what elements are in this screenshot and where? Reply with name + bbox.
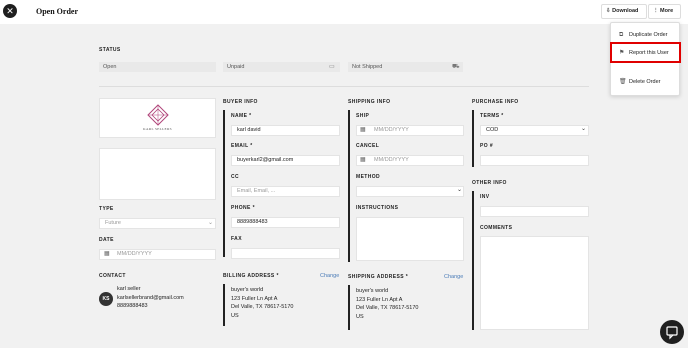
comments-label: COMMENTS bbox=[480, 225, 513, 231]
menu-item-label: Duplicate Order bbox=[629, 32, 668, 38]
shipping-bar bbox=[348, 110, 350, 262]
other-bar bbox=[472, 191, 474, 330]
more-label: More bbox=[660, 8, 674, 14]
status-divider bbox=[99, 86, 589, 87]
logo-box[interactable]: KARL SELLERS bbox=[99, 98, 216, 138]
more-button[interactable]: ⋮ More bbox=[648, 4, 681, 19]
status-payment-text: Unpaid bbox=[227, 64, 245, 70]
contact-phone: 8889888483 bbox=[117, 303, 148, 309]
calendar-icon: ▦ bbox=[360, 127, 366, 133]
shipping-address-bar bbox=[348, 285, 350, 330]
email-label: EMAIL * bbox=[231, 143, 253, 149]
method-label: METHOD bbox=[356, 174, 381, 180]
shipping-line: US bbox=[356, 313, 364, 320]
contact-label: CONTACT bbox=[99, 273, 126, 279]
billing-address: buyer's world 123 Fuller Ln Apt A Del Va… bbox=[231, 286, 293, 320]
billing-bar bbox=[223, 284, 225, 326]
type-label: TYPE bbox=[99, 206, 114, 212]
status-payment: Unpaid bbox=[223, 62, 340, 72]
contact-name: karl seller bbox=[117, 286, 141, 292]
avatar: KS bbox=[99, 292, 113, 306]
status-shipping-text: Not Shipped bbox=[352, 64, 383, 70]
chat-icon bbox=[666, 326, 678, 340]
po-input[interactable] bbox=[480, 155, 589, 166]
download-button[interactable]: ⇩ Download bbox=[601, 4, 647, 19]
other-heading: OTHER INFO bbox=[472, 180, 507, 186]
chevron-down-icon: ⌄ bbox=[457, 187, 463, 193]
close-button[interactable]: ✕ bbox=[3, 4, 17, 18]
buyer-bar bbox=[223, 110, 225, 257]
page-title: Open Order bbox=[36, 7, 78, 16]
inv-input[interactable] bbox=[480, 206, 589, 217]
top-bar bbox=[0, 0, 688, 24]
method-select[interactable] bbox=[356, 186, 464, 197]
billing-line: buyer's world bbox=[231, 287, 264, 293]
credit-card-icon: ▭ bbox=[329, 64, 335, 70]
shipping-change-link[interactable]: Change bbox=[444, 274, 463, 280]
menu-item-delete-order[interactable]: 🗑 Delete Order bbox=[611, 72, 681, 92]
calendar-icon: ▦ bbox=[360, 157, 366, 163]
billing-line: Del Valle, TX 78617-5170 bbox=[231, 304, 294, 310]
shipping-line: buyer's world bbox=[356, 288, 389, 294]
chevron-down-icon: ⌄ bbox=[581, 126, 587, 132]
name-input[interactable]: karl david bbox=[231, 125, 340, 136]
date-input[interactable]: MM/DD/YYYY bbox=[99, 249, 216, 260]
shipping-line: 123 Fuller Ln Apt A bbox=[356, 296, 403, 303]
purchase-bar bbox=[472, 110, 474, 167]
menu-item-label: Delete Order bbox=[629, 79, 661, 85]
status-order: Open bbox=[99, 62, 216, 72]
more-icon: ⋮ bbox=[653, 8, 659, 14]
billing-line: 123 Fuller Ln Apt A bbox=[231, 295, 278, 302]
instructions-label: INSTRUCTIONS bbox=[356, 205, 399, 211]
name-label: NAME * bbox=[231, 113, 252, 119]
terms-select[interactable]: COD bbox=[480, 125, 589, 136]
phone-input[interactable]: 8889888483 bbox=[231, 217, 340, 228]
ship-date-input[interactable]: MM/DD/YYYY bbox=[356, 125, 464, 136]
purchase-heading: PURCHASE INFO bbox=[472, 99, 519, 105]
brand-logo-text: KARL SELLERS bbox=[143, 127, 172, 131]
cc-input[interactable]: Email, Email, ... bbox=[231, 186, 340, 197]
buyer-heading: BUYER INFO bbox=[223, 99, 258, 105]
billing-line: US bbox=[231, 312, 239, 319]
shipping-heading: SHIPPING INFO bbox=[348, 99, 391, 105]
ship-label: SHIP bbox=[356, 113, 370, 119]
cc-label: CC bbox=[231, 174, 240, 180]
download-icon: ⇩ bbox=[606, 8, 611, 14]
contact-email: karlsellerbrand@gmail.com bbox=[117, 294, 184, 301]
highlight-box bbox=[610, 42, 681, 63]
fax-label: FAX bbox=[231, 236, 242, 242]
email-input[interactable]: buyerkarl2@gmail.com bbox=[231, 155, 340, 166]
shipping-address-label: SHIPPING ADDRESS * bbox=[348, 274, 409, 280]
date-placeholder: MM/DD/YYYY bbox=[117, 251, 152, 257]
image-placeholder[interactable] bbox=[99, 148, 216, 200]
inv-label: INV bbox=[480, 194, 490, 200]
billing-change-link[interactable]: Change bbox=[320, 273, 339, 279]
trash-icon: 🗑 bbox=[619, 79, 627, 85]
fax-input[interactable] bbox=[231, 248, 340, 259]
chat-button[interactable] bbox=[660, 320, 684, 344]
close-icon: ✕ bbox=[6, 6, 14, 16]
chevron-down-icon: ⌄ bbox=[208, 220, 214, 226]
brand-logo bbox=[147, 104, 169, 126]
download-label: Download bbox=[612, 8, 639, 14]
comments-textarea[interactable] bbox=[480, 236, 589, 330]
terms-label: TERMS * bbox=[480, 113, 504, 119]
cancel-date-input[interactable]: MM/DD/YYYY bbox=[356, 155, 464, 166]
cancel-label: CANCEL bbox=[356, 143, 380, 149]
billing-address-label: BILLING ADDRESS * bbox=[223, 273, 279, 279]
status-label: STATUS bbox=[99, 47, 121, 53]
instructions-textarea[interactable] bbox=[356, 217, 464, 261]
date-label: DATE bbox=[99, 237, 114, 243]
calendar-icon: ▦ bbox=[104, 251, 110, 257]
shipping-line: Del Valle, TX 78617-5170 bbox=[356, 305, 419, 311]
phone-label: PHONE * bbox=[231, 205, 255, 211]
shipping-address: buyer's world 123 Fuller Ln Apt A Del Va… bbox=[356, 287, 418, 321]
contact-info: karl seller karlsellerbrand@gmail.com 88… bbox=[117, 285, 184, 311]
type-value: Future bbox=[105, 220, 121, 226]
po-label: PO # bbox=[480, 143, 493, 149]
status-shipping: Not Shipped bbox=[348, 62, 463, 72]
truck-icon: ⛟ bbox=[452, 64, 460, 70]
type-select[interactable]: Future bbox=[99, 218, 216, 229]
